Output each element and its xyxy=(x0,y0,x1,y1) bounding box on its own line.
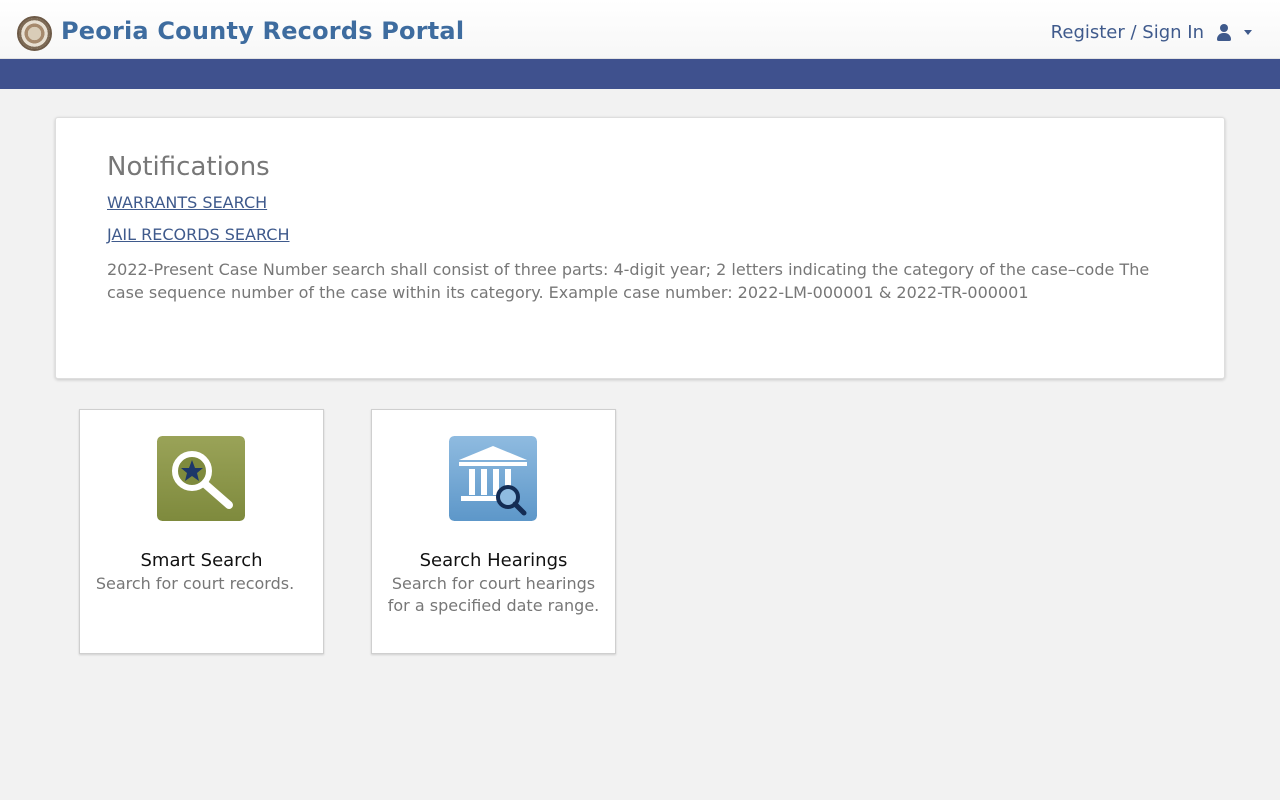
warrants-search-link[interactable]: WARRANTS SEARCH xyxy=(107,193,267,212)
header: Peoria County Records Portal Register / … xyxy=(0,0,1280,59)
notifications-title: Notifications xyxy=(107,152,270,182)
smart-search-tile[interactable]: Smart Search Search for court records. xyxy=(79,409,324,654)
jail-records-search-link[interactable]: JAIL RECORDS SEARCH xyxy=(107,225,290,244)
portal-title[interactable]: Peoria County Records Portal xyxy=(61,17,464,45)
register-sign-in-menu[interactable]: Register / Sign In xyxy=(1051,22,1252,43)
search-hearings-tile[interactable]: Search Hearings Search for court hearing… xyxy=(371,409,616,654)
county-seal-logo[interactable] xyxy=(17,16,52,51)
user-icon xyxy=(1216,24,1232,41)
caret-down-icon xyxy=(1244,30,1252,35)
courthouse-search-icon xyxy=(449,436,537,521)
search-hearings-description: Search for court hearings for a specifie… xyxy=(387,574,600,615)
search-hearings-title: Search Hearings xyxy=(419,550,568,571)
case-number-notice: 2022-Present Case Number search shall co… xyxy=(107,260,1150,302)
nav-bar xyxy=(0,59,1280,89)
smart-search-title: Smart Search xyxy=(140,550,263,571)
magnifier-star-icon xyxy=(157,436,245,521)
register-sign-in-label: Register / Sign In xyxy=(1050,22,1204,43)
notifications-panel: Notifications WARRANTS SEARCH JAIL RECOR… xyxy=(55,117,1225,379)
smart-search-description: Search for court records. xyxy=(95,574,295,593)
